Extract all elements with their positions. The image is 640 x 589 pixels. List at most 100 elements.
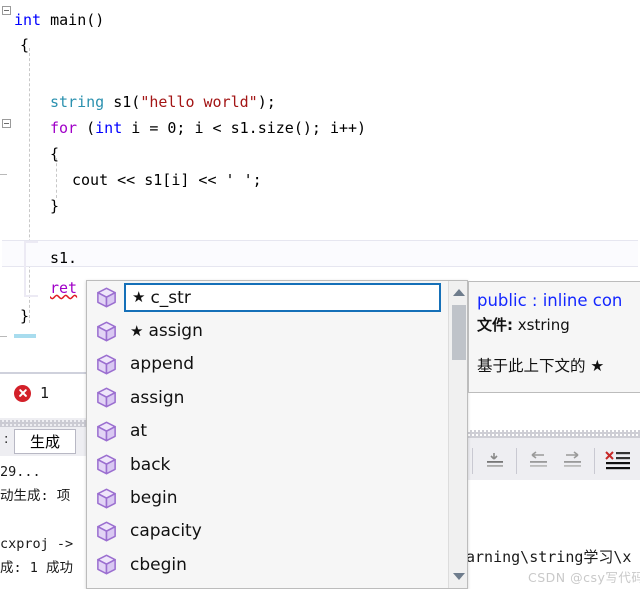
scrollbar-thumb[interactable] xyxy=(452,305,466,360)
code-token: { xyxy=(20,36,30,54)
toolbar-separator-3 xyxy=(594,448,595,474)
output-source-combo[interactable]: 生成 xyxy=(14,429,76,454)
completion-item[interactable]: capacity xyxy=(87,515,449,548)
star-icon: ★ xyxy=(130,322,144,340)
completion-item[interactable]: cbegin xyxy=(87,548,449,581)
completion-label-wrap: assign xyxy=(124,383,441,412)
cube-icon xyxy=(95,353,118,376)
error-badge[interactable]: 1 xyxy=(14,384,49,402)
tooltip-file-label: 文件: xyxy=(477,316,513,334)
code-token: size xyxy=(257,119,294,137)
completion-item-label: back xyxy=(130,454,171,475)
code-token: int xyxy=(14,11,42,29)
code-token: } xyxy=(20,307,30,325)
navigate-back-icon[interactable] xyxy=(524,450,554,472)
completion-label-wrap: capacity xyxy=(124,517,441,546)
completion-label-wrap: append xyxy=(124,350,441,379)
editor-gutter[interactable] xyxy=(0,0,14,372)
output-text-right: arning\string学习\x xyxy=(466,548,632,566)
code-token: (); i++) xyxy=(293,119,367,137)
cube-icon xyxy=(95,553,118,576)
collapse-box-for[interactable] xyxy=(2,119,11,128)
cube-icon xyxy=(95,520,118,543)
completion-item[interactable]: begin xyxy=(87,481,449,514)
output-window-right[interactable]: arning\string学习\x CSDN @csy写代码 xyxy=(466,430,640,589)
code-line: } xyxy=(14,304,29,330)
intellisense-tooltip: public : inline con 文件: xstring 基于此上下文的 … xyxy=(468,281,640,393)
output-line: 成: 1 成功 xyxy=(0,560,74,576)
completion-scrollbar[interactable] xyxy=(448,281,467,588)
completion-item-label: at xyxy=(130,421,148,442)
completion-item-label: assign xyxy=(148,321,203,342)
code-token: ( xyxy=(77,119,96,137)
cube-icon xyxy=(95,453,118,476)
completion-item-label: cbegin xyxy=(130,554,187,575)
completion-item[interactable]: at xyxy=(87,415,449,448)
tooltip-file-line: 文件: xstring xyxy=(477,313,637,337)
toolbar-separator-2 xyxy=(516,448,517,474)
triangle-down-icon[interactable] xyxy=(449,567,468,586)
csdn-watermark: CSDN @csy写代码 xyxy=(528,570,640,585)
output-source-label: : xyxy=(4,432,9,447)
code-token: { xyxy=(50,145,60,163)
collapse-box-main[interactable] xyxy=(2,6,11,15)
triangle-up-icon[interactable] xyxy=(449,283,468,302)
completion-label-wrap: begin xyxy=(124,484,441,513)
code-line: int main() xyxy=(14,8,104,34)
output-text-left: 29... 动生成: 项 cxproj -> 成: 1 成功 xyxy=(0,460,92,580)
completion-item[interactable]: ★ assign xyxy=(87,314,449,347)
output-toolstrip-left: : 生成 xyxy=(0,418,92,456)
goto-line-icon[interactable] xyxy=(482,450,512,472)
code-token: () xyxy=(86,11,105,29)
cube-icon xyxy=(95,386,118,409)
intellisense-popup[interactable]: ★ c_str ★ assign append assign at back beg… xyxy=(86,280,468,589)
code-token: } xyxy=(50,197,60,215)
completion-item[interactable]: back xyxy=(87,448,449,481)
code-token: s1( xyxy=(104,93,141,111)
completion-item-label: assign xyxy=(130,387,185,408)
completion-label-wrap: back xyxy=(124,450,441,479)
code-line: for (int i = 0; i < s1.size(); i++) xyxy=(14,116,366,142)
code-line: string s1("hello world"); xyxy=(14,90,276,116)
code-token: i = 0; i < s1. xyxy=(122,119,258,137)
output-line: cxproj -> xyxy=(0,536,74,552)
completion-item-label: c_str xyxy=(150,287,191,308)
completion-item[interactable]: append xyxy=(87,348,449,381)
completion-item-label: append xyxy=(130,354,195,375)
completion-label-wrap: ★ assign xyxy=(124,317,441,346)
cube-icon xyxy=(95,420,118,443)
code-token: ret xyxy=(50,279,78,297)
code-token: "hello world" xyxy=(140,93,258,111)
output-line: 29... xyxy=(0,464,41,480)
completion-item[interactable]: assign xyxy=(87,381,449,414)
completion-item[interactable]: ★ c_str xyxy=(87,281,449,314)
code-line: { xyxy=(14,142,59,168)
clear-all-icon[interactable] xyxy=(604,450,634,472)
toolstrip-grip[interactable] xyxy=(0,420,92,427)
output-grip-right[interactable] xyxy=(466,430,640,438)
completion-label-wrap: ★ c_str xyxy=(124,283,441,313)
tooltip-note: 基于此上下文的 ★ xyxy=(477,357,605,375)
code-token: for xyxy=(50,119,78,137)
completion-list[interactable]: ★ c_str ★ assign append assign at back beg… xyxy=(87,281,449,588)
gutter-dash-1 xyxy=(0,174,7,175)
code-token: int xyxy=(95,119,123,137)
code-token: s1. xyxy=(50,249,78,267)
error-circle-icon xyxy=(14,384,31,402)
completion-item-label: capacity xyxy=(130,521,202,542)
code-line: ret xyxy=(14,276,77,302)
completion-label-wrap: at xyxy=(124,417,441,446)
output-window-left[interactable]: : 生成 29... 动生成: 项 cxproj -> 成: 1 成功 xyxy=(0,418,92,589)
cube-icon xyxy=(95,320,118,343)
error-list-panel[interactable]: 1 xyxy=(0,374,92,419)
code-token: ); xyxy=(257,93,276,111)
code-token: string xyxy=(50,93,105,111)
visual-studio-editor-screenshot: int main(){string s1("hello world"); for … xyxy=(0,0,640,589)
toolbar-separator-1 xyxy=(472,448,473,474)
navigate-forward-icon[interactable] xyxy=(558,450,588,472)
tooltip-signature: public : inline con xyxy=(477,291,623,310)
